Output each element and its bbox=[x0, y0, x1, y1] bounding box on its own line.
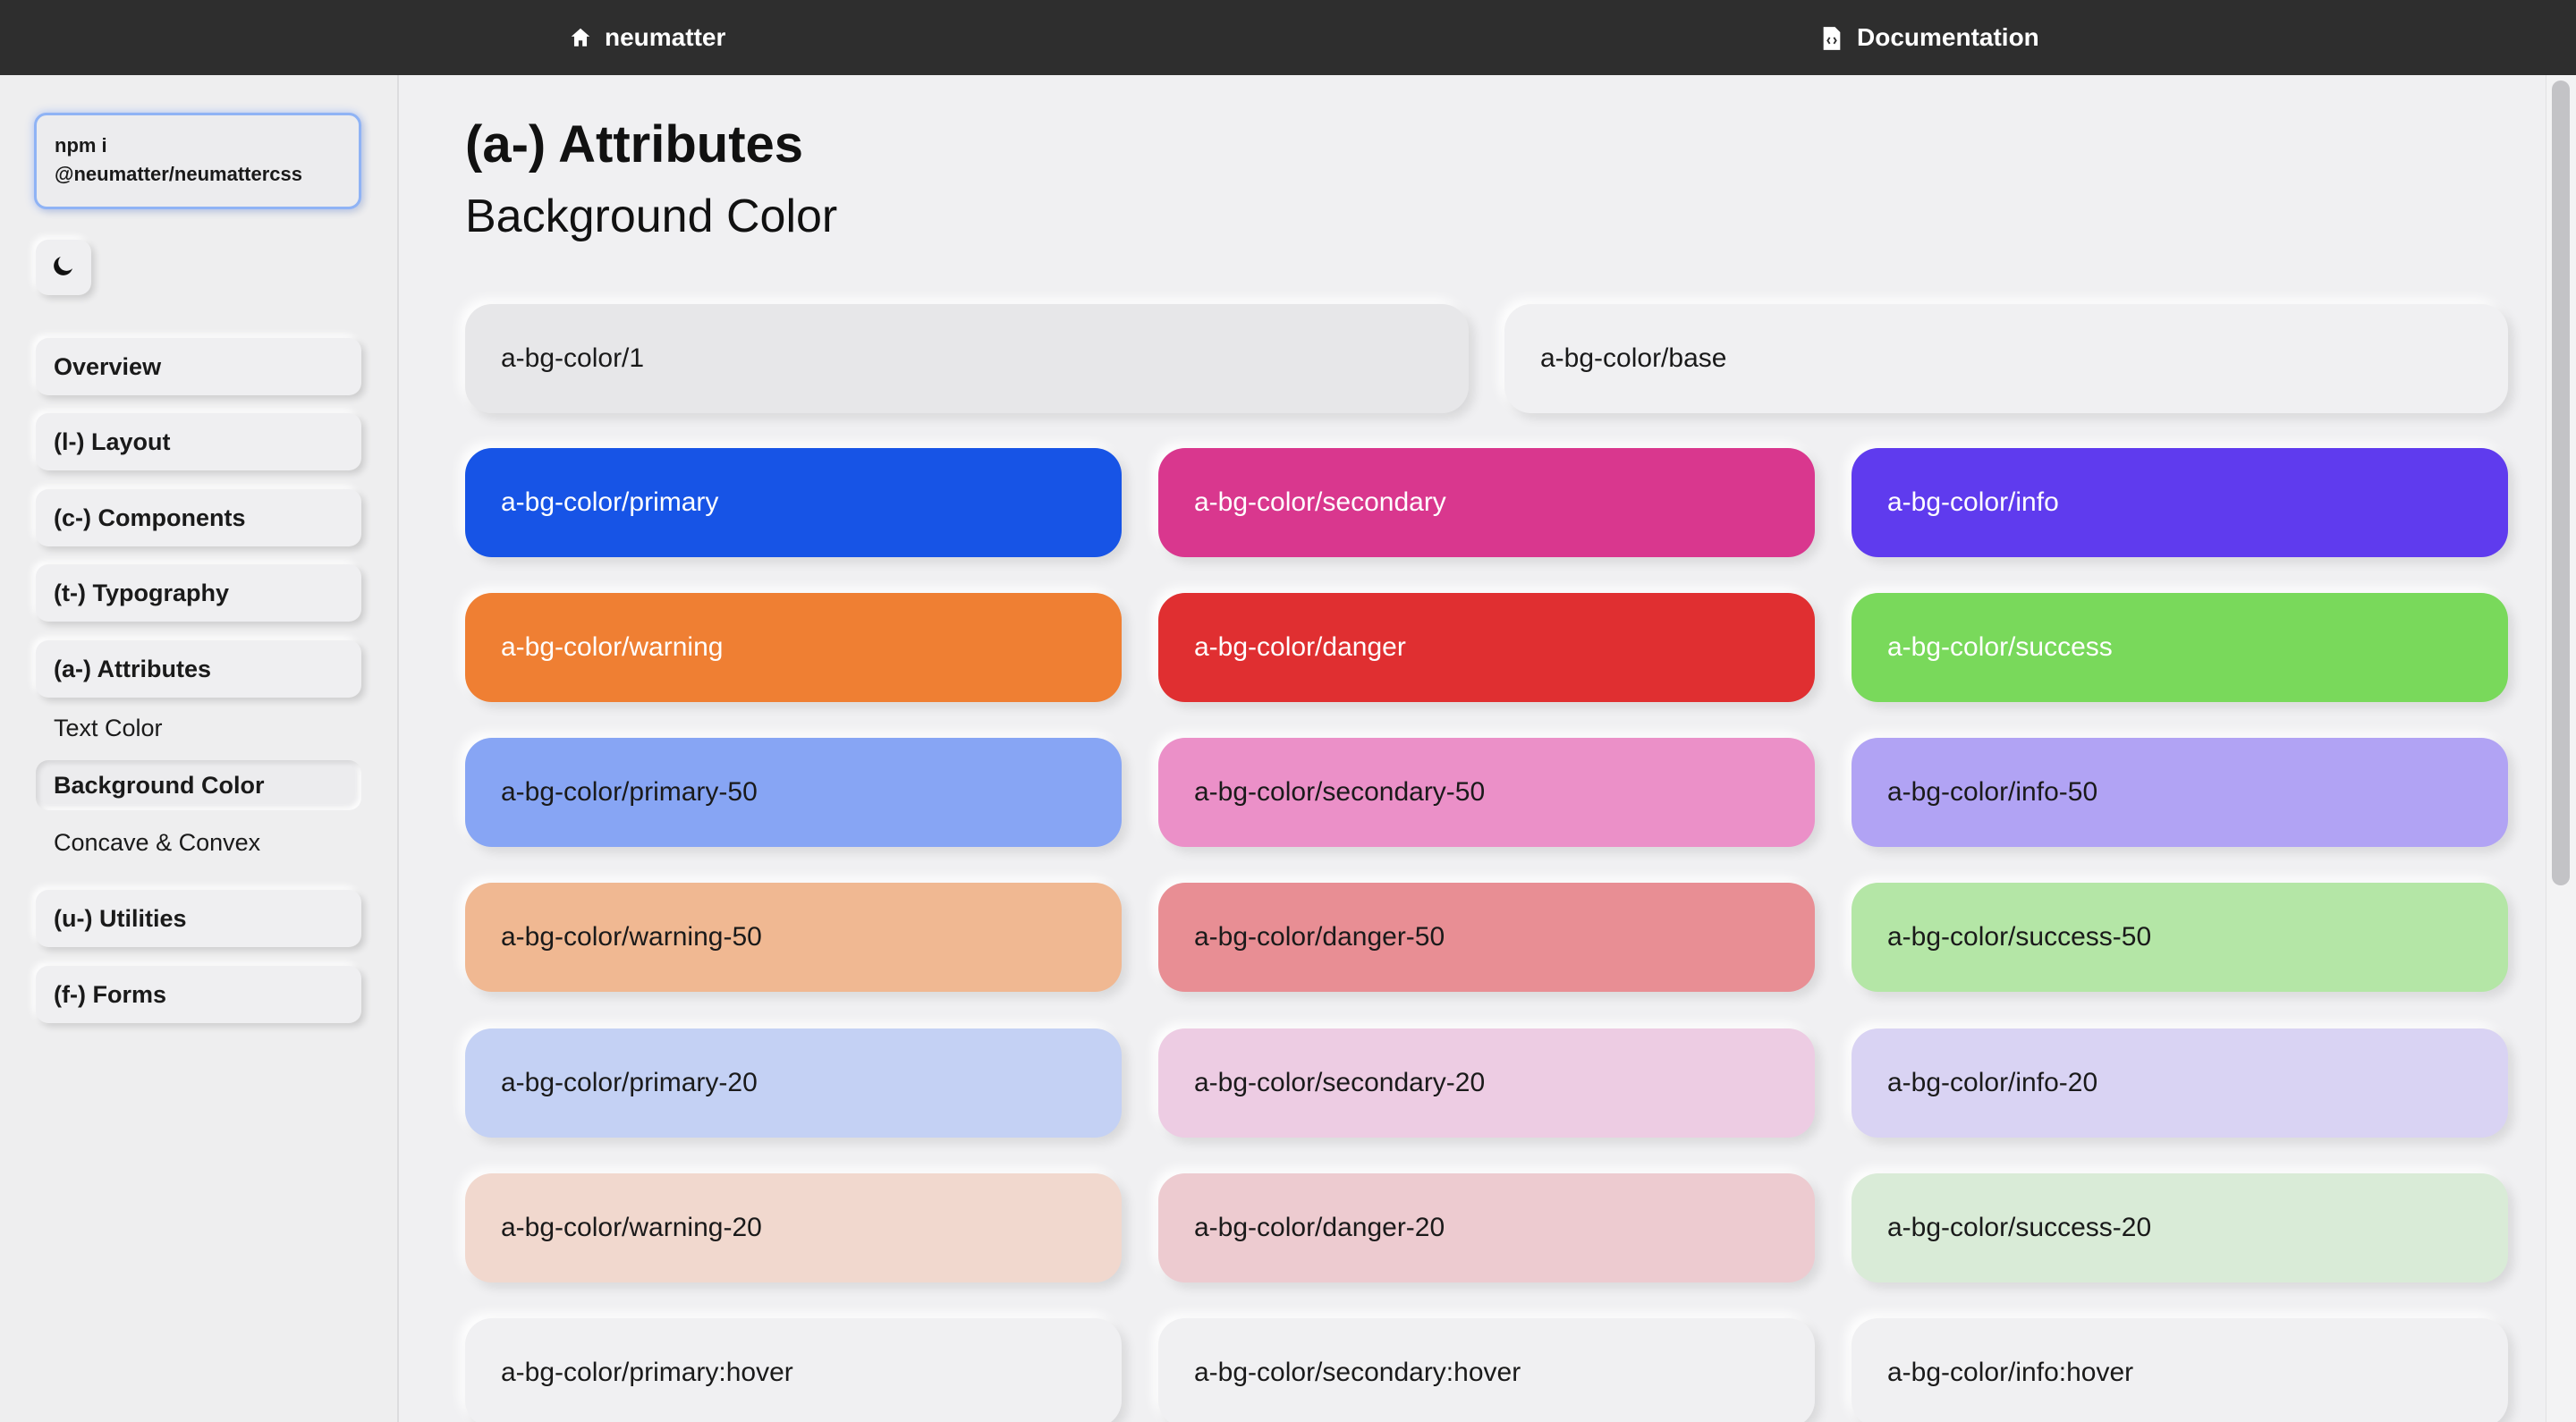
swatch-primary-hover: a-bg-color/primary:hover bbox=[465, 1318, 1122, 1422]
swatch-label: a-bg-color/1 bbox=[501, 343, 645, 373]
home-link[interactable]: neumatter bbox=[569, 0, 725, 75]
swatch-primary-20: a-bg-color/primary-20 bbox=[465, 1028, 1122, 1138]
swatch-label: a-bg-color/info:hover bbox=[1887, 1358, 2134, 1387]
swatch-label: a-bg-color/secondary-20 bbox=[1194, 1068, 1486, 1097]
swatch-success: a-bg-color/success bbox=[1852, 593, 2508, 702]
swatch-label: a-bg-color/warning-50 bbox=[501, 922, 762, 952]
swatch-info-hover: a-bg-color/info:hover bbox=[1852, 1318, 2508, 1422]
swatch-success-50: a-bg-color/success-50 bbox=[1852, 883, 2508, 992]
swatch-label: a-bg-color/secondary-50 bbox=[1194, 777, 1486, 807]
documentation-link-label: Documentation bbox=[1857, 23, 2039, 51]
swatch-warning-20: a-bg-color/warning-20 bbox=[465, 1173, 1122, 1282]
sidebar-item-components[interactable]: (c-) Components bbox=[36, 489, 361, 546]
sidebar-subitem-label: Background Color bbox=[54, 771, 265, 799]
swatch-danger: a-bg-color/danger bbox=[1158, 593, 1815, 702]
swatch-label: a-bg-color/danger-50 bbox=[1194, 922, 1445, 952]
sidebar-item-forms[interactable]: (f-) Forms bbox=[36, 966, 361, 1023]
sidebar-item-utilities[interactable]: (u-) Utilities bbox=[36, 890, 361, 947]
sidebar-item-typography[interactable]: (t-) Typography bbox=[36, 564, 361, 622]
swatch-secondary-20: a-bg-color/secondary-20 bbox=[1158, 1028, 1815, 1138]
sidebar-item-label: Overview bbox=[54, 352, 162, 380]
sidebar-item-label: (c-) Components bbox=[54, 504, 246, 531]
sidebar: npm i @neumatter/neumattercss Overview (… bbox=[0, 75, 399, 1422]
swatch-label: a-bg-color/success bbox=[1887, 632, 2113, 662]
swatch-label: a-bg-color/info-50 bbox=[1887, 777, 2098, 807]
theme-toggle-button[interactable] bbox=[36, 240, 91, 295]
swatch-label: a-bg-color/base bbox=[1540, 343, 1727, 373]
swatch-label: a-bg-color/secondary bbox=[1194, 487, 1446, 517]
sidebar-subitem-background-color[interactable]: Background Color bbox=[36, 760, 361, 810]
scrollbar-thumb[interactable] bbox=[2552, 80, 2570, 885]
swatch-label: a-bg-color/primary-20 bbox=[501, 1068, 758, 1097]
swatch-info: a-bg-color/info bbox=[1852, 448, 2508, 557]
home-icon bbox=[569, 26, 592, 49]
swatch-label: a-bg-color/info-20 bbox=[1887, 1068, 2098, 1097]
swatch-warning-50: a-bg-color/warning-50 bbox=[465, 883, 1122, 992]
swatch-label: a-bg-color/success-20 bbox=[1887, 1213, 2152, 1242]
swatch-label: a-bg-color/secondary:hover bbox=[1194, 1358, 1521, 1387]
documentation-link[interactable]: Documentation bbox=[1821, 0, 2039, 75]
sidebar-subitem-label: Concave & Convex bbox=[54, 828, 261, 856]
swatch-label: a-bg-color/danger-20 bbox=[1194, 1213, 1445, 1242]
swatch-bg-color-base: a-bg-color/base bbox=[1504, 304, 2508, 413]
sidebar-item-attributes[interactable]: (a-) Attributes bbox=[36, 640, 361, 698]
swatch-bg-color-1: a-bg-color/1 bbox=[465, 304, 1469, 413]
swatch-danger-20: a-bg-color/danger-20 bbox=[1158, 1173, 1815, 1282]
swatch-success-20: a-bg-color/success-20 bbox=[1852, 1173, 2508, 1282]
swatch-warning: a-bg-color/warning bbox=[465, 593, 1122, 702]
top-navbar: neumatter Documentation bbox=[0, 0, 2576, 75]
sidebar-subitem-label: Text Color bbox=[54, 714, 163, 741]
section-title: Background Color bbox=[465, 190, 838, 242]
swatch-danger-50: a-bg-color/danger-50 bbox=[1158, 883, 1815, 992]
sidebar-item-label: (t-) Typography bbox=[54, 579, 229, 606]
sidebar-item-label: (l-) Layout bbox=[54, 427, 171, 455]
sidebar-item-label: (a-) Attributes bbox=[54, 655, 211, 682]
sidebar-subitem-concave-convex[interactable]: Concave & Convex bbox=[36, 817, 361, 868]
swatch-label: a-bg-color/danger bbox=[1194, 632, 1406, 662]
page-title: (a-) Attributes bbox=[465, 115, 804, 174]
swatch-primary: a-bg-color/primary bbox=[465, 448, 1122, 557]
swatch-secondary: a-bg-color/secondary bbox=[1158, 448, 1815, 557]
swatch-secondary-hover: a-bg-color/secondary:hover bbox=[1158, 1318, 1815, 1422]
swatch-label: a-bg-color/success-50 bbox=[1887, 922, 2152, 952]
sidebar-subitem-text-color[interactable]: Text Color bbox=[36, 703, 361, 753]
swatch-label: a-bg-color/primary bbox=[501, 487, 719, 517]
swatch-label: a-bg-color/warning bbox=[501, 632, 724, 662]
sidebar-item-label: (f-) Forms bbox=[54, 980, 166, 1008]
swatch-label: a-bg-color/primary:hover bbox=[501, 1358, 793, 1387]
swatch-secondary-50: a-bg-color/secondary-50 bbox=[1158, 738, 1815, 847]
sidebar-item-label: (u-) Utilities bbox=[54, 904, 187, 932]
home-link-label: neumatter bbox=[605, 23, 726, 51]
sidebar-item-overview[interactable]: Overview bbox=[36, 338, 361, 395]
document-code-icon bbox=[1821, 26, 1844, 50]
swatch-label: a-bg-color/primary-50 bbox=[501, 777, 758, 807]
swatch-info-20: a-bg-color/info-20 bbox=[1852, 1028, 2508, 1138]
swatch-info-50: a-bg-color/info-50 bbox=[1852, 738, 2508, 847]
main-content: (a-) Attributes Background Color a-bg-co… bbox=[429, 75, 2546, 1422]
moon-icon bbox=[50, 252, 77, 284]
swatch-primary-50: a-bg-color/primary-50 bbox=[465, 738, 1122, 847]
install-command-box[interactable]: npm i @neumatter/neumattercss bbox=[34, 113, 361, 209]
swatch-label: a-bg-color/warning-20 bbox=[501, 1213, 762, 1242]
sidebar-item-layout[interactable]: (l-) Layout bbox=[36, 413, 361, 470]
swatch-label: a-bg-color/info bbox=[1887, 487, 2059, 517]
